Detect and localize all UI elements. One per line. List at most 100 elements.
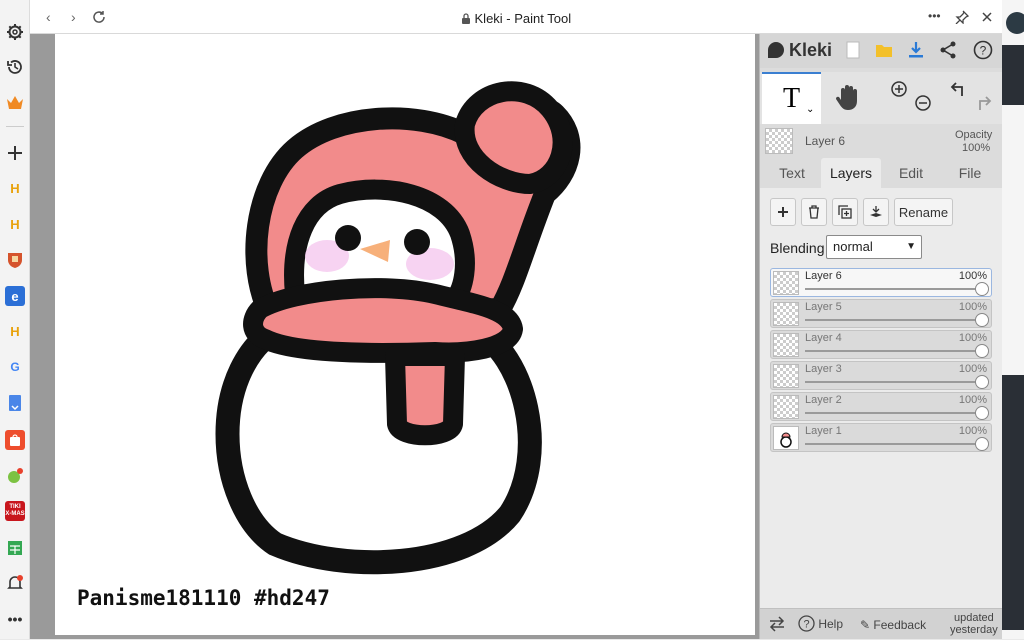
merge-layer-button[interactable] (863, 198, 889, 226)
layer-thumbnail (773, 333, 799, 357)
layer-opacity: 100% (958, 394, 987, 406)
kleki-logo[interactable]: Kleki (768, 40, 832, 61)
svg-text:?: ? (980, 44, 987, 58)
rename-layer-button[interactable]: Rename (894, 198, 953, 226)
opacity-slider[interactable] (805, 443, 981, 445)
chat-icon[interactable] (5, 466, 25, 486)
hat-pompom (454, 81, 573, 195)
opacity-slider[interactable] (805, 288, 981, 290)
opacity-slider[interactable] (805, 381, 981, 383)
duplicate-layer-button[interactable] (832, 198, 858, 226)
close-icon[interactable] (981, 10, 993, 28)
window-title: Kleki - Paint Tool (474, 11, 572, 26)
tab-layers[interactable]: Layers (821, 158, 881, 188)
opacity-slider[interactable] (805, 319, 981, 321)
text-tool-button[interactable]: T ⌄ (762, 72, 821, 124)
layer-item-4[interactable]: Layer 4 100% (770, 330, 992, 359)
tab-file[interactable]: File (941, 158, 999, 188)
tab-edit[interactable]: Edit (882, 158, 940, 188)
add-layer-button[interactable] (770, 198, 796, 226)
background-window (1002, 45, 1024, 105)
tab-text[interactable]: Text (764, 158, 820, 188)
delete-layer-button[interactable] (801, 198, 827, 226)
blending-select[interactable]: normal ▼ (826, 235, 922, 259)
help-icon: ? (798, 615, 815, 632)
blue-app-icon[interactable]: e (5, 286, 25, 306)
text-tool-icon: T (782, 83, 801, 114)
pin-icon[interactable] (955, 10, 970, 29)
canvas-area[interactable]: Panisme181110 #hd247 (30, 34, 759, 639)
new-file-icon[interactable] (842, 39, 864, 61)
layer-name: Layer 2 (805, 394, 842, 406)
layer-item-1[interactable]: Layer 1 100% (770, 423, 992, 452)
help-button[interactable]: ? Help (798, 615, 843, 632)
opacity-slider[interactable] (805, 412, 981, 414)
h-app-icon[interactable]: H (5, 214, 25, 234)
share-icon[interactable] (937, 39, 959, 61)
save-icon[interactable] (873, 39, 895, 61)
layer-name: Layer 4 (805, 332, 842, 344)
layer-opacity: 100% (958, 270, 987, 282)
gear-icon[interactable] (5, 22, 25, 42)
feedback-label: Feedback (873, 618, 927, 632)
plus-icon (778, 207, 788, 217)
layer-name: Layer 6 (805, 270, 842, 282)
tiki-icon[interactable]: TIKI X-MAS (5, 501, 25, 521)
layer-opacity: 100% (958, 425, 987, 437)
layer-item-2[interactable]: Layer 2 100% (770, 392, 992, 421)
docs-icon[interactable] (5, 393, 25, 413)
zoom-in-icon[interactable] (890, 80, 908, 103)
google-icon[interactable]: G (5, 357, 25, 377)
help-icon[interactable]: ? (972, 39, 994, 61)
h-app-icon[interactable]: H (5, 321, 25, 341)
layer-opacity: 100% (958, 301, 987, 313)
current-layer-thumbnail (765, 128, 793, 154)
panel-tabs: Text Layers Edit File (760, 158, 1003, 188)
more-icon[interactable]: ••• (5, 609, 25, 629)
slider-knob[interactable] (975, 437, 989, 451)
lock-icon (461, 12, 471, 27)
bell-icon[interactable] (5, 573, 25, 593)
trash-icon (809, 205, 819, 219)
layer-thumbnail (773, 364, 799, 388)
zoom-out-icon[interactable] (914, 94, 932, 117)
undo-icon[interactable] (950, 80, 968, 103)
updated-status: updated yesterday (950, 612, 998, 636)
right-eye (404, 229, 430, 255)
duplicate-icon (838, 205, 852, 219)
blending-label: Blending (770, 240, 825, 256)
tiki-label: TIKI (9, 504, 21, 510)
slider-knob[interactable] (975, 313, 989, 327)
plus-icon[interactable] (5, 143, 25, 163)
slider-knob[interactable] (975, 375, 989, 389)
layer-item-3[interactable]: Layer 3 100% (770, 361, 992, 390)
slider-knob[interactable] (975, 344, 989, 358)
feedback-button[interactable]: ✎ Feedback (860, 618, 926, 632)
more-icon[interactable]: ••• (928, 9, 941, 23)
download-icon[interactable] (905, 39, 927, 61)
window-titlebar: ‹ › Kleki - Paint Tool ••• (30, 0, 1002, 34)
background-window-edge (1002, 0, 1024, 639)
layers-pane: Rename Blending normal ▼ Layer 6 100% La… (760, 188, 1003, 608)
snowman-drawing (215, 81, 581, 575)
panel-header: Kleki ? (760, 34, 1003, 68)
opacity-slider[interactable] (805, 350, 981, 352)
shield-app-icon[interactable] (5, 250, 25, 270)
crown-icon[interactable] (5, 93, 25, 113)
layer-name: Layer 1 (805, 425, 842, 437)
current-layer-name: Layer 6 (805, 134, 846, 148)
slider-knob[interactable] (975, 282, 989, 296)
shopee-icon[interactable] (5, 430, 25, 450)
layer-item-6[interactable]: Layer 6 100% (770, 268, 992, 297)
slider-knob[interactable] (975, 406, 989, 420)
hand-tool-icon[interactable] (835, 82, 861, 117)
drawing-canvas[interactable]: Panisme181110 #hd247 (55, 34, 755, 635)
sheet-icon[interactable] (5, 538, 25, 558)
layer-name: Layer 3 (805, 363, 842, 375)
swap-sides-icon[interactable] (768, 616, 786, 635)
updated-line-2: yesterday (950, 624, 998, 636)
redo-icon[interactable] (974, 94, 992, 117)
history-icon[interactable] (5, 57, 25, 77)
layer-item-5[interactable]: Layer 5 100% (770, 299, 992, 328)
h-app-icon[interactable]: H (5, 178, 25, 198)
